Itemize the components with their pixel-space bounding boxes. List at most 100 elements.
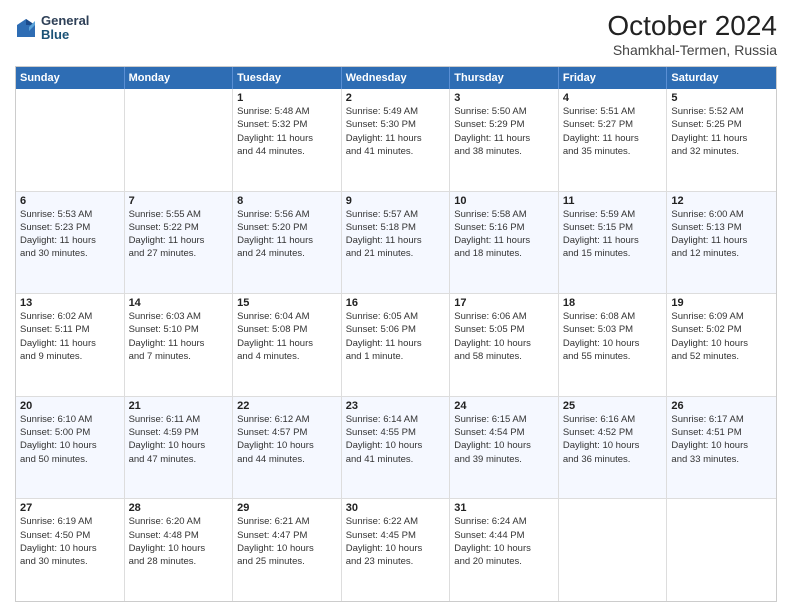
cell-line: Sunset: 5:13 PM xyxy=(671,221,772,234)
cell-line: Sunrise: 5:59 AM xyxy=(563,208,663,221)
cell-line: and 36 minutes. xyxy=(563,453,663,466)
cell-line: and 44 minutes. xyxy=(237,453,337,466)
day-number: 16 xyxy=(346,297,446,309)
day-number: 12 xyxy=(671,195,772,207)
cell-line: Sunset: 4:55 PM xyxy=(346,426,446,439)
cell-line: Sunrise: 5:50 AM xyxy=(454,105,554,118)
cell-line: Sunrise: 6:05 AM xyxy=(346,310,446,323)
day-number: 28 xyxy=(129,502,229,514)
cell-line: Sunrise: 6:02 AM xyxy=(20,310,120,323)
cell-line: Daylight: 11 hours xyxy=(563,132,663,145)
header: General Blue October 2024 Shamkhal-Terme… xyxy=(15,10,777,58)
day-number: 18 xyxy=(563,297,663,309)
cell-line: Sunrise: 6:04 AM xyxy=(237,310,337,323)
calendar-subtitle: Shamkhal-Termen, Russia xyxy=(607,42,777,58)
day-number: 31 xyxy=(454,502,554,514)
cell-line: and 18 minutes. xyxy=(454,247,554,260)
cell-line: Sunrise: 6:17 AM xyxy=(671,413,772,426)
cell-line: Sunset: 5:02 PM xyxy=(671,323,772,336)
cell-line: and 25 minutes. xyxy=(237,555,337,568)
calendar-cell: 19Sunrise: 6:09 AMSunset: 5:02 PMDayligh… xyxy=(667,294,776,396)
calendar-title: October 2024 xyxy=(607,10,777,42)
day-number: 11 xyxy=(563,195,663,207)
calendar-cell xyxy=(667,499,776,601)
cell-line: Sunset: 4:51 PM xyxy=(671,426,772,439)
cell-line: and 20 minutes. xyxy=(454,555,554,568)
cell-line: Sunset: 4:50 PM xyxy=(20,529,120,542)
cell-line: Sunrise: 5:48 AM xyxy=(237,105,337,118)
cell-line: Sunset: 4:48 PM xyxy=(129,529,229,542)
day-number: 8 xyxy=(237,195,337,207)
cell-line: Daylight: 11 hours xyxy=(671,234,772,247)
calendar-cell: 15Sunrise: 6:04 AMSunset: 5:08 PMDayligh… xyxy=(233,294,342,396)
cell-line: Daylight: 10 hours xyxy=(454,542,554,555)
cell-line: Daylight: 10 hours xyxy=(237,439,337,452)
day-number: 21 xyxy=(129,400,229,412)
cell-line: and 15 minutes. xyxy=(563,247,663,260)
calendar-cell: 14Sunrise: 6:03 AMSunset: 5:10 PMDayligh… xyxy=(125,294,234,396)
cell-line: Sunset: 5:23 PM xyxy=(20,221,120,234)
cell-line: Sunrise: 6:15 AM xyxy=(454,413,554,426)
header-day-monday: Monday xyxy=(125,67,234,89)
cell-line: Sunset: 5:20 PM xyxy=(237,221,337,234)
day-number: 19 xyxy=(671,297,772,309)
cell-line: Sunrise: 6:20 AM xyxy=(129,515,229,528)
calendar-cell: 25Sunrise: 6:16 AMSunset: 4:52 PMDayligh… xyxy=(559,397,668,499)
calendar-cell: 30Sunrise: 6:22 AMSunset: 4:45 PMDayligh… xyxy=(342,499,451,601)
calendar-cell: 20Sunrise: 6:10 AMSunset: 5:00 PMDayligh… xyxy=(16,397,125,499)
cell-line: Sunset: 5:18 PM xyxy=(346,221,446,234)
cell-line: Daylight: 10 hours xyxy=(671,439,772,452)
cell-line: Sunset: 5:05 PM xyxy=(454,323,554,336)
cell-line: Sunrise: 6:08 AM xyxy=(563,310,663,323)
cell-line: Sunrise: 5:53 AM xyxy=(20,208,120,221)
calendar-cell: 7Sunrise: 5:55 AMSunset: 5:22 PMDaylight… xyxy=(125,192,234,294)
cell-line: and 39 minutes. xyxy=(454,453,554,466)
day-number: 29 xyxy=(237,502,337,514)
calendar-cell: 26Sunrise: 6:17 AMSunset: 4:51 PMDayligh… xyxy=(667,397,776,499)
cell-line: Sunset: 5:15 PM xyxy=(563,221,663,234)
cell-line: Daylight: 11 hours xyxy=(237,132,337,145)
calendar-cell: 27Sunrise: 6:19 AMSunset: 4:50 PMDayligh… xyxy=(16,499,125,601)
cell-line: and 27 minutes. xyxy=(129,247,229,260)
day-number: 9 xyxy=(346,195,446,207)
cell-line: Sunrise: 6:14 AM xyxy=(346,413,446,426)
logo-line1: General xyxy=(41,14,89,28)
calendar-row-1: 1Sunrise: 5:48 AMSunset: 5:32 PMDaylight… xyxy=(16,89,776,192)
cell-line: Sunrise: 6:09 AM xyxy=(671,310,772,323)
cell-line: and 32 minutes. xyxy=(671,145,772,158)
calendar-cell: 6Sunrise: 5:53 AMSunset: 5:23 PMDaylight… xyxy=(16,192,125,294)
cell-line: Sunrise: 5:52 AM xyxy=(671,105,772,118)
cell-line: and 35 minutes. xyxy=(563,145,663,158)
calendar-cell: 31Sunrise: 6:24 AMSunset: 4:44 PMDayligh… xyxy=(450,499,559,601)
calendar-cell: 11Sunrise: 5:59 AMSunset: 5:15 PMDayligh… xyxy=(559,192,668,294)
cell-line: Daylight: 10 hours xyxy=(671,337,772,350)
cell-line: Sunrise: 6:00 AM xyxy=(671,208,772,221)
cell-line: and 9 minutes. xyxy=(20,350,120,363)
day-number: 17 xyxy=(454,297,554,309)
day-number: 27 xyxy=(20,502,120,514)
calendar-cell: 28Sunrise: 6:20 AMSunset: 4:48 PMDayligh… xyxy=(125,499,234,601)
calendar-cell: 23Sunrise: 6:14 AMSunset: 4:55 PMDayligh… xyxy=(342,397,451,499)
cell-line: Daylight: 11 hours xyxy=(237,337,337,350)
cell-line: and 33 minutes. xyxy=(671,453,772,466)
cell-line: Daylight: 10 hours xyxy=(563,337,663,350)
cell-line: Sunrise: 6:06 AM xyxy=(454,310,554,323)
cell-line: Sunset: 5:00 PM xyxy=(20,426,120,439)
calendar-cell: 29Sunrise: 6:21 AMSunset: 4:47 PMDayligh… xyxy=(233,499,342,601)
calendar-cell: 2Sunrise: 5:49 AMSunset: 5:30 PMDaylight… xyxy=(342,89,451,191)
calendar-row-4: 20Sunrise: 6:10 AMSunset: 5:00 PMDayligh… xyxy=(16,397,776,500)
day-number: 1 xyxy=(237,92,337,104)
calendar-row-3: 13Sunrise: 6:02 AMSunset: 5:11 PMDayligh… xyxy=(16,294,776,397)
calendar-row-2: 6Sunrise: 5:53 AMSunset: 5:23 PMDaylight… xyxy=(16,192,776,295)
logo: General Blue xyxy=(15,14,89,43)
cell-line: Daylight: 10 hours xyxy=(454,337,554,350)
cell-line: and 4 minutes. xyxy=(237,350,337,363)
cell-line: Daylight: 11 hours xyxy=(20,337,120,350)
day-number: 30 xyxy=(346,502,446,514)
cell-line: and 23 minutes. xyxy=(346,555,446,568)
cell-line: and 21 minutes. xyxy=(346,247,446,260)
cell-line: and 44 minutes. xyxy=(237,145,337,158)
cell-line: Daylight: 10 hours xyxy=(129,542,229,555)
calendar-cell: 9Sunrise: 5:57 AMSunset: 5:18 PMDaylight… xyxy=(342,192,451,294)
day-number: 7 xyxy=(129,195,229,207)
